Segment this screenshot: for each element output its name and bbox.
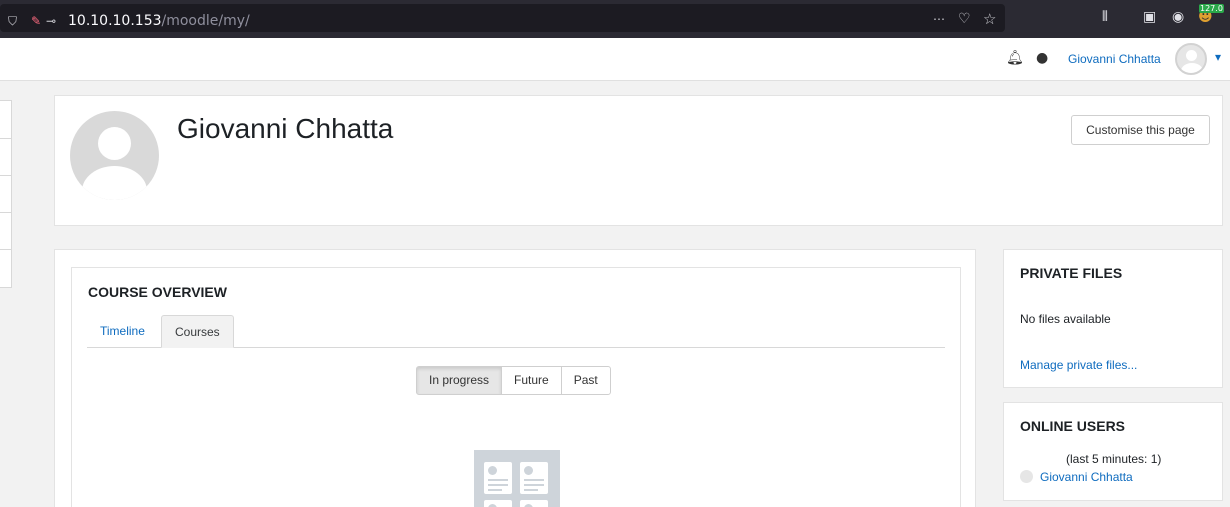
course-overview-tabs: Timeline Courses — [87, 315, 945, 348]
filter-past-button[interactable]: Past — [560, 366, 611, 395]
tab-timeline[interactable]: Timeline — [87, 315, 158, 348]
illustration-card — [484, 462, 512, 494]
insecure-lock-icon[interactable]: ✎ — [31, 14, 41, 28]
illustration-card — [520, 500, 548, 507]
url-text[interactable]: 10.10.10.153/moodle/my/ — [68, 13, 250, 29]
online-period-text: (last 5 minutes: 1) — [1066, 452, 1162, 466]
private-files-block: PRIVATE FILES No files available Manage … — [1003, 249, 1223, 388]
shield-icon[interactable]: ⛉ — [8, 14, 17, 29]
no-files-text: No files available — [1020, 312, 1111, 326]
drawer-divider — [0, 212, 12, 213]
course-filter-group: In progress Future Past — [416, 366, 611, 395]
page-header: Giovanni Chhatta Customise this page — [54, 95, 1223, 226]
drawer-divider — [0, 175, 12, 176]
messages-icon[interactable]: ● — [1036, 50, 1048, 66]
block-title: PRIVATE FILES — [1020, 265, 1123, 281]
browser-toolbar: ⛉ ✎ ⊸ 10.10.10.153/moodle/my/ ⋯ ♡ ☆ ⫴ ▣ … — [0, 0, 1230, 38]
drawer-divider — [0, 138, 12, 139]
customise-page-button[interactable]: Customise this page — [1071, 115, 1210, 145]
key-icon[interactable]: ⊸ — [46, 14, 56, 28]
account-icon[interactable]: ◉ — [1172, 9, 1184, 25]
online-users-block: ONLINE USERS (last 5 minutes: 1) Giovann… — [1003, 402, 1223, 501]
user-avatar — [1020, 470, 1033, 483]
notifications-bell-icon[interactable]: 🔔︎ — [1006, 50, 1024, 66]
pocket-icon[interactable]: ♡ — [958, 11, 971, 27]
main-region: COURSE OVERVIEW Timeline Courses In prog… — [54, 249, 976, 507]
library-icon[interactable]: ⫴ — [1102, 9, 1108, 25]
extension-badge: 127.0 — [1199, 4, 1224, 13]
tab-courses[interactable]: Courses — [161, 315, 234, 348]
manage-private-files-link[interactable]: Manage private files... — [1020, 358, 1137, 372]
profile-avatar[interactable] — [70, 111, 159, 200]
chevron-down-icon[interactable]: ▾ — [1215, 50, 1221, 64]
block-title: COURSE OVERVIEW — [88, 284, 227, 300]
user-menu-name[interactable]: Giovanni Chhatta — [1068, 52, 1161, 66]
filter-future-button[interactable]: Future — [501, 366, 562, 395]
filter-in-progress-button[interactable]: In progress — [416, 366, 503, 395]
drawer-divider — [0, 249, 12, 250]
page-actions-icon[interactable]: ⋯ — [933, 12, 945, 26]
site-navbar: 🔔︎ ● Giovanni Chhatta ▾ — [0, 38, 1230, 81]
illustration-card — [520, 462, 548, 494]
online-user-link[interactable]: Giovanni Chhatta — [1040, 470, 1133, 484]
no-courses-illustration-icon — [474, 450, 560, 507]
block-title: ONLINE USERS — [1020, 418, 1126, 434]
url-host: 10.10.10.153 — [68, 13, 162, 29]
sidebar-icon[interactable]: ▣ — [1143, 9, 1156, 25]
course-overview-block: COURSE OVERVIEW Timeline Courses In prog… — [71, 267, 961, 507]
bookmark-star-icon[interactable]: ☆ — [983, 10, 996, 28]
url-path: /moodle/my/ — [161, 13, 250, 29]
page-title: Giovanni Chhatta — [177, 113, 394, 144]
url-bar[interactable]: ⛉ ✎ ⊸ 10.10.10.153/moodle/my/ ⋯ ♡ ☆ — [0, 4, 1005, 32]
illustration-card — [484, 500, 512, 507]
left-drawer[interactable] — [0, 100, 12, 288]
user-avatar[interactable] — [1175, 43, 1207, 75]
